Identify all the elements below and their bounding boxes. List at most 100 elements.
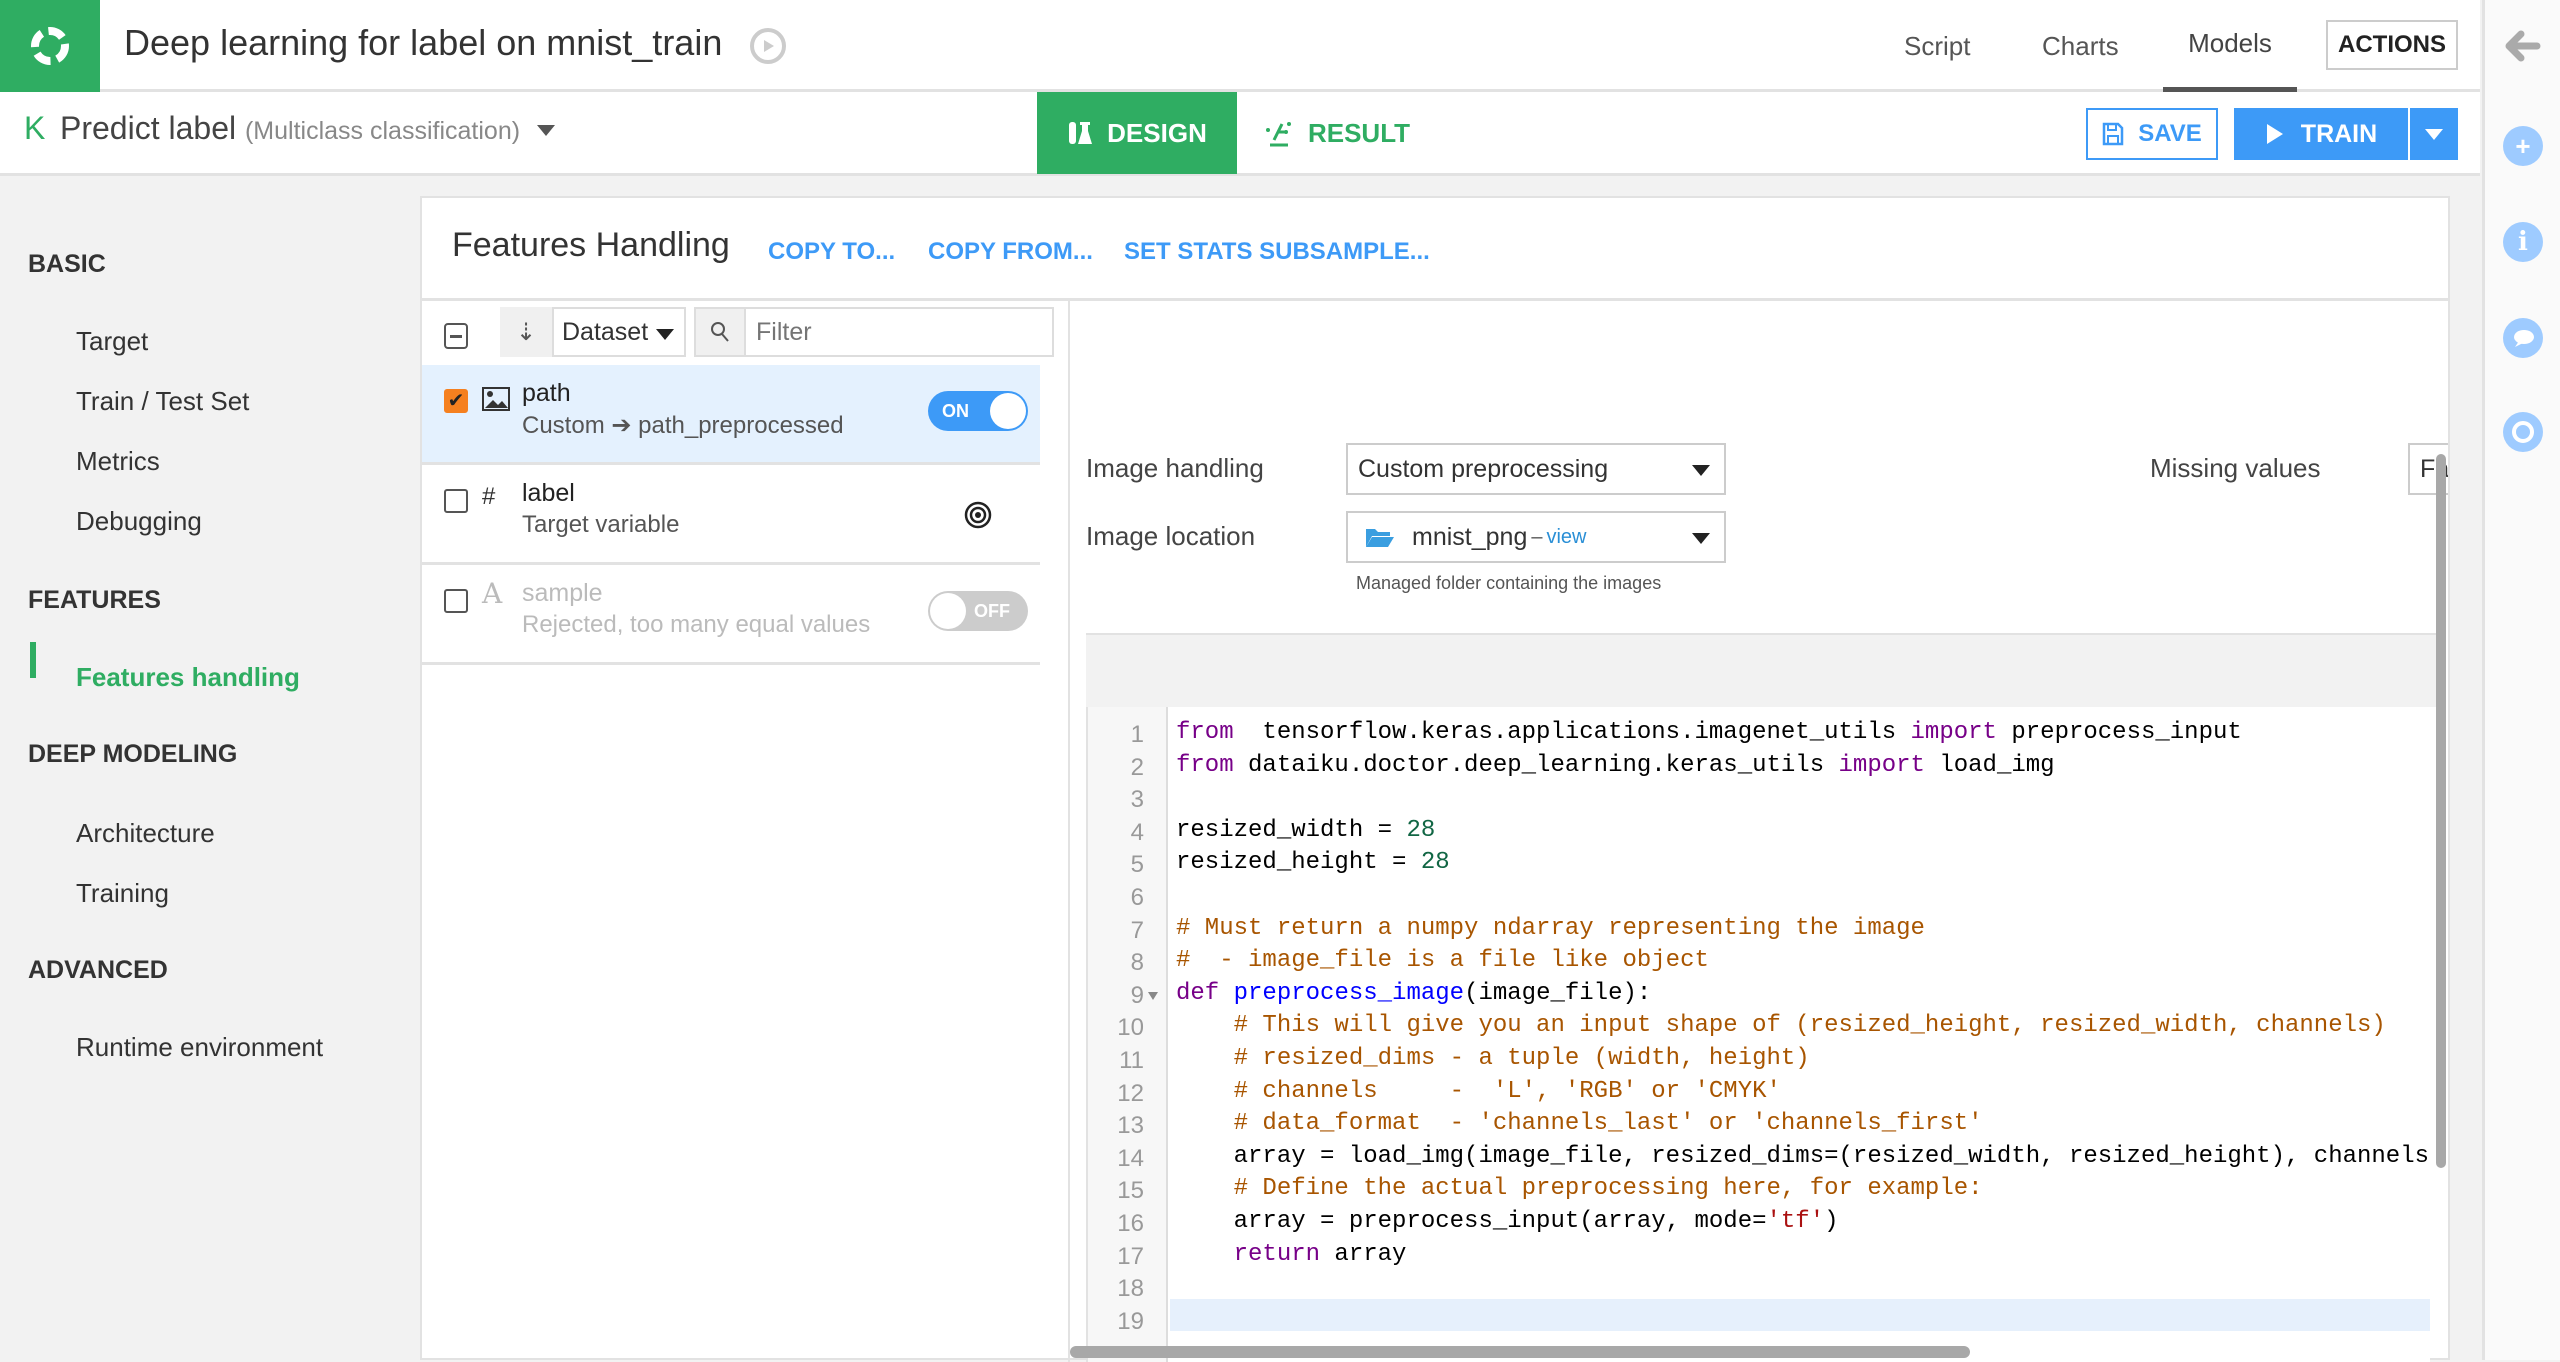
plus-icon[interactable]: + [2503, 126, 2543, 166]
tab-result[interactable]: RESULT [1237, 92, 1437, 174]
line-number: 17 [1117, 1242, 1144, 1270]
image-location-select[interactable]: mnist_png – view [1346, 511, 1726, 563]
sidebar-item-target[interactable]: Target [76, 326, 148, 357]
toggle-label: OFF [974, 601, 1010, 621]
code-line: return array [1233, 1240, 1407, 1268]
image-icon [482, 387, 510, 411]
feature-output: path_preprocessed [638, 412, 844, 439]
comment-icon[interactable] [2503, 318, 2543, 358]
line-number: 14 [1117, 1144, 1144, 1172]
copy-to-link[interactable]: COPY TO... [768, 238, 895, 266]
microscope-icon [1265, 122, 1291, 147]
code-line: def preprocess_image(image_file): [1176, 979, 1652, 1007]
feature-row-label[interactable]: # label Target variable [422, 465, 1040, 565]
feature-detail: Image handling Custom preprocessing Imag… [1072, 301, 2448, 1362]
chevron-down-icon [1692, 465, 1710, 476]
feature-list: ⇣ Dataset ✔ path Custom ➔ path_preproces… [422, 301, 1070, 1362]
toggle-knob [990, 393, 1026, 429]
feature-row-sample[interactable]: A sample Rejected, too many equal values… [422, 565, 1040, 665]
line-number: 9 [1130, 981, 1144, 1009]
select-all-checkbox[interactable] [444, 323, 468, 349]
sidebar-item-features-handling[interactable]: Features handling [76, 662, 300, 693]
feature-checkbox[interactable]: ✔ [444, 389, 468, 413]
tab-design-label: DESIGN [1107, 117, 1207, 148]
code-line: # Must return a numpy ndarray representi… [1176, 914, 1925, 942]
filter-input[interactable] [744, 307, 1054, 357]
vertical-scrollbar[interactable] [2436, 454, 2446, 1168]
sidebar-item-runtime-environment[interactable]: Runtime environment [76, 1032, 323, 1063]
sidebar-item-debugging[interactable]: Debugging [76, 506, 202, 537]
fold-toggle-icon[interactable] [1148, 991, 1158, 1000]
code-line: array = preprocess_input(array, mode='tf… [1176, 1208, 1839, 1235]
flask-icon [1069, 122, 1093, 144]
tab-result-label: RESULT [1307, 117, 1411, 148]
arrow-right-icon: ➔ [611, 412, 632, 439]
feature-toggle[interactable]: OFF [928, 591, 1028, 631]
chevron-down-icon [536, 125, 555, 137]
save-button[interactable]: SAVE [2086, 108, 2218, 160]
feature-desc: Custom ➔ path_preprocessed [522, 411, 844, 440]
feature-name: sample [522, 579, 603, 607]
nav-models[interactable]: Models [2163, 0, 2297, 92]
predict-label: Predict label [60, 110, 237, 146]
line-number: 8 [1130, 949, 1144, 977]
image-handling-select[interactable]: Custom preprocessing [1346, 443, 1726, 495]
section-deep-modeling: DEEP MODELING [28, 740, 238, 768]
code-line: from tensorflow.keras.applications.image… [1176, 719, 2242, 746]
back-arrow-icon[interactable] [2505, 30, 2541, 62]
sidebar-item-training[interactable]: Training [76, 878, 169, 909]
horizontal-scrollbar[interactable] [1070, 1346, 1970, 1358]
code-line: resized_height = 28 [1176, 849, 1450, 877]
code-line: array = load_img(image_file, resized_dim… [1176, 1142, 2430, 1170]
features-handling-panel: Features Handling COPY TO... COPY FROM..… [420, 196, 2450, 1362]
feature-toggle[interactable]: ON [928, 391, 1028, 431]
sort-by-select[interactable]: Dataset [552, 307, 686, 357]
tab-design[interactable]: DESIGN [1037, 92, 1237, 174]
section-basic: BASIC [28, 250, 106, 278]
code-line: # data_format - 'channels_last' or 'chan… [1233, 1110, 1983, 1138]
nav-charts[interactable]: Charts [2042, 0, 2119, 92]
feature-checkbox[interactable] [444, 489, 468, 513]
section-advanced: ADVANCED [28, 956, 168, 984]
line-number: 19 [1117, 1307, 1144, 1335]
sidebar-item-metrics[interactable]: Metrics [76, 446, 160, 477]
set-stats-subsample-link[interactable]: SET STATS SUBSAMPLE... [1124, 238, 1430, 266]
line-number: 15 [1117, 1177, 1144, 1205]
train-button[interactable]: TRAIN [2234, 108, 2408, 160]
analysis-status-icon[interactable] [750, 28, 786, 64]
view-folder-link[interactable]: view [1546, 526, 1586, 549]
separator: – [1531, 525, 1543, 548]
floppy-disk-icon [2102, 122, 2124, 146]
code-line: # - image_file is a file like object [1176, 947, 1709, 975]
sort-by-value: Dataset [562, 317, 649, 346]
line-number: 10 [1117, 1014, 1144, 1042]
actions-button[interactable]: ACTIONS [2326, 20, 2458, 70]
code-editor[interactable]: 1 2 3 4 5 6 7 8 9 10 11 12 13 14 15 16 17 18 19 from tensor… [1086, 707, 2430, 1362]
feature-checkbox[interactable] [444, 589, 468, 613]
sidebar-item-architecture[interactable]: Architecture [76, 818, 215, 849]
task-selector[interactable]: Predict label (Multiclass classification… [60, 110, 555, 147]
info-icon[interactable]: i [2503, 222, 2543, 262]
feature-row-path[interactable]: ✔ path Custom ➔ path_preprocessed ON [422, 365, 1040, 465]
train-label: TRAIN [2300, 119, 2378, 148]
folder-icon [1366, 529, 1394, 547]
feature-desc: Target variable [522, 511, 680, 538]
sidebar-item-train-test-set[interactable]: Train / Test Set [76, 386, 249, 417]
nav-script[interactable]: Script [1904, 0, 1970, 92]
save-label: SAVE [2138, 120, 2202, 147]
toggle-label: ON [942, 401, 969, 421]
sort-icon[interactable]: ⇣ [500, 307, 552, 357]
code-line: # channels - 'L', 'RGB' or 'CMYK' [1233, 1077, 1781, 1105]
copy-from-link[interactable]: COPY FROM... [928, 238, 1093, 266]
code-line: # Define the actual preprocessing here, … [1233, 1175, 1983, 1203]
line-number: 13 [1117, 1112, 1144, 1140]
active-indicator [30, 642, 36, 678]
code-editor-header [1086, 633, 2446, 707]
app-logo[interactable] [0, 0, 100, 92]
feature-name: label [522, 479, 575, 507]
clock-icon[interactable] [2503, 412, 2543, 452]
missing-values-label: Missing values [2150, 453, 2321, 483]
line-number: 6 [1130, 884, 1144, 911]
train-options-dropdown[interactable] [2410, 108, 2458, 160]
code-line: from dataiku.doctor.deep_learning.keras_… [1176, 751, 2055, 779]
